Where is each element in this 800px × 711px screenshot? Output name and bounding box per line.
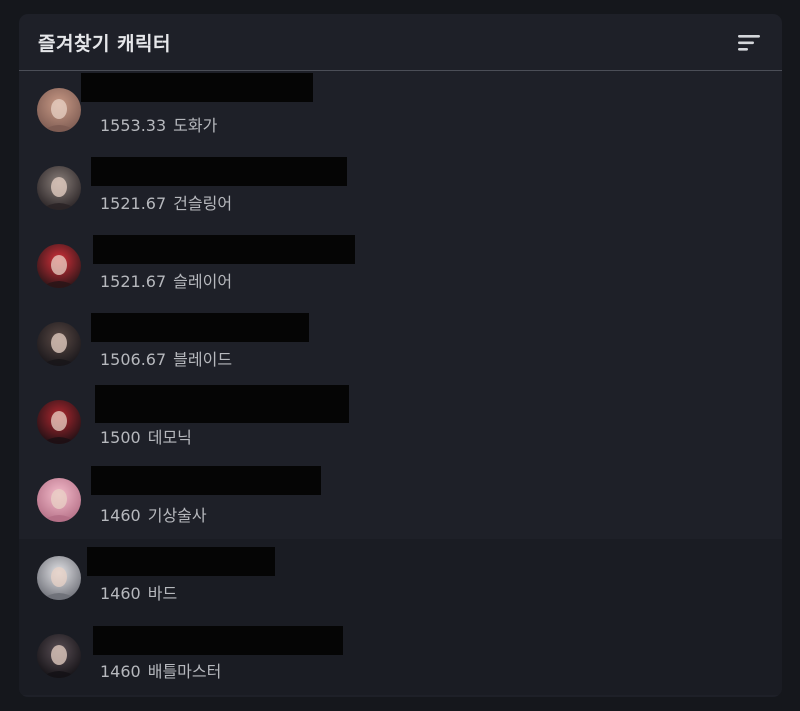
panel-title: 즐겨찾기 캐릭터 xyxy=(38,33,171,55)
item-level: 1500 xyxy=(100,428,141,447)
character-class: 바드 xyxy=(147,584,178,603)
character-stat: 1521.67 건슬링어 xyxy=(100,190,232,214)
character-avatar xyxy=(37,400,81,444)
sort-lines-icon xyxy=(737,32,763,54)
character-avatar xyxy=(37,634,81,678)
redacted-character-name xyxy=(81,73,313,102)
item-level: 1506.67 xyxy=(100,350,167,369)
character-stat: 1553.33 도화가 xyxy=(100,112,217,136)
character-class: 데모닉 xyxy=(147,428,192,447)
character-stat: 1460 배틀마스터 xyxy=(100,658,221,682)
redacted-character-name xyxy=(87,547,275,576)
character-avatar xyxy=(37,88,81,132)
item-level: 1521.67 xyxy=(100,272,167,291)
character-avatar xyxy=(37,478,81,522)
character-row[interactable]: 1460 바드 xyxy=(19,539,782,617)
item-level: 1521.67 xyxy=(100,194,167,213)
character-row[interactable]: 1500 데모닉 xyxy=(19,383,782,461)
character-class: 배틀마스터 xyxy=(147,662,222,681)
character-row[interactable]: 1460 기상술사 xyxy=(19,461,782,539)
character-class: 건슬링어 xyxy=(173,194,233,213)
redacted-character-name xyxy=(91,157,347,186)
character-avatar xyxy=(37,322,81,366)
redacted-character-name xyxy=(95,385,349,423)
character-list: 1553.33 도화가 1521.67 건슬링어 1521.67 슬레이어 1506.… xyxy=(19,71,782,695)
sort-button[interactable] xyxy=(737,32,763,54)
character-stat: 1506.67 블레이드 xyxy=(100,346,232,370)
character-avatar xyxy=(37,166,81,210)
character-row[interactable]: 1553.33 도화가 xyxy=(19,71,782,149)
character-avatar xyxy=(37,244,81,288)
character-row[interactable]: 1460 배틀마스터 xyxy=(19,617,782,695)
item-level: 1460 xyxy=(100,662,141,681)
character-stat: 1500 데모닉 xyxy=(100,424,192,448)
character-class: 기상술사 xyxy=(147,506,207,525)
redacted-character-name xyxy=(93,235,355,264)
character-class: 슬레이어 xyxy=(173,272,233,291)
favorite-characters-panel: 즐겨찾기 캐릭터 1553.33 도화가 1521.67 건슬링어 1521.6… xyxy=(19,14,782,697)
character-row[interactable]: 1521.67 슬레이어 xyxy=(19,227,782,305)
redacted-character-name xyxy=(93,626,343,655)
redacted-character-name xyxy=(91,313,309,342)
panel-header: 즐겨찾기 캐릭터 xyxy=(19,14,782,71)
character-stat: 1521.67 슬레이어 xyxy=(100,268,232,292)
character-row[interactable]: 1521.67 건슬링어 xyxy=(19,149,782,227)
item-level: 1460 xyxy=(100,506,141,525)
character-stat: 1460 바드 xyxy=(100,580,177,604)
character-class: 도화가 xyxy=(173,116,218,135)
redacted-character-name xyxy=(91,466,321,495)
item-level: 1553.33 xyxy=(100,116,167,135)
character-row[interactable]: 1506.67 블레이드 xyxy=(19,305,782,383)
item-level: 1460 xyxy=(100,584,141,603)
character-stat: 1460 기상술사 xyxy=(100,502,207,526)
character-class: 블레이드 xyxy=(173,350,233,369)
character-avatar xyxy=(37,556,81,600)
